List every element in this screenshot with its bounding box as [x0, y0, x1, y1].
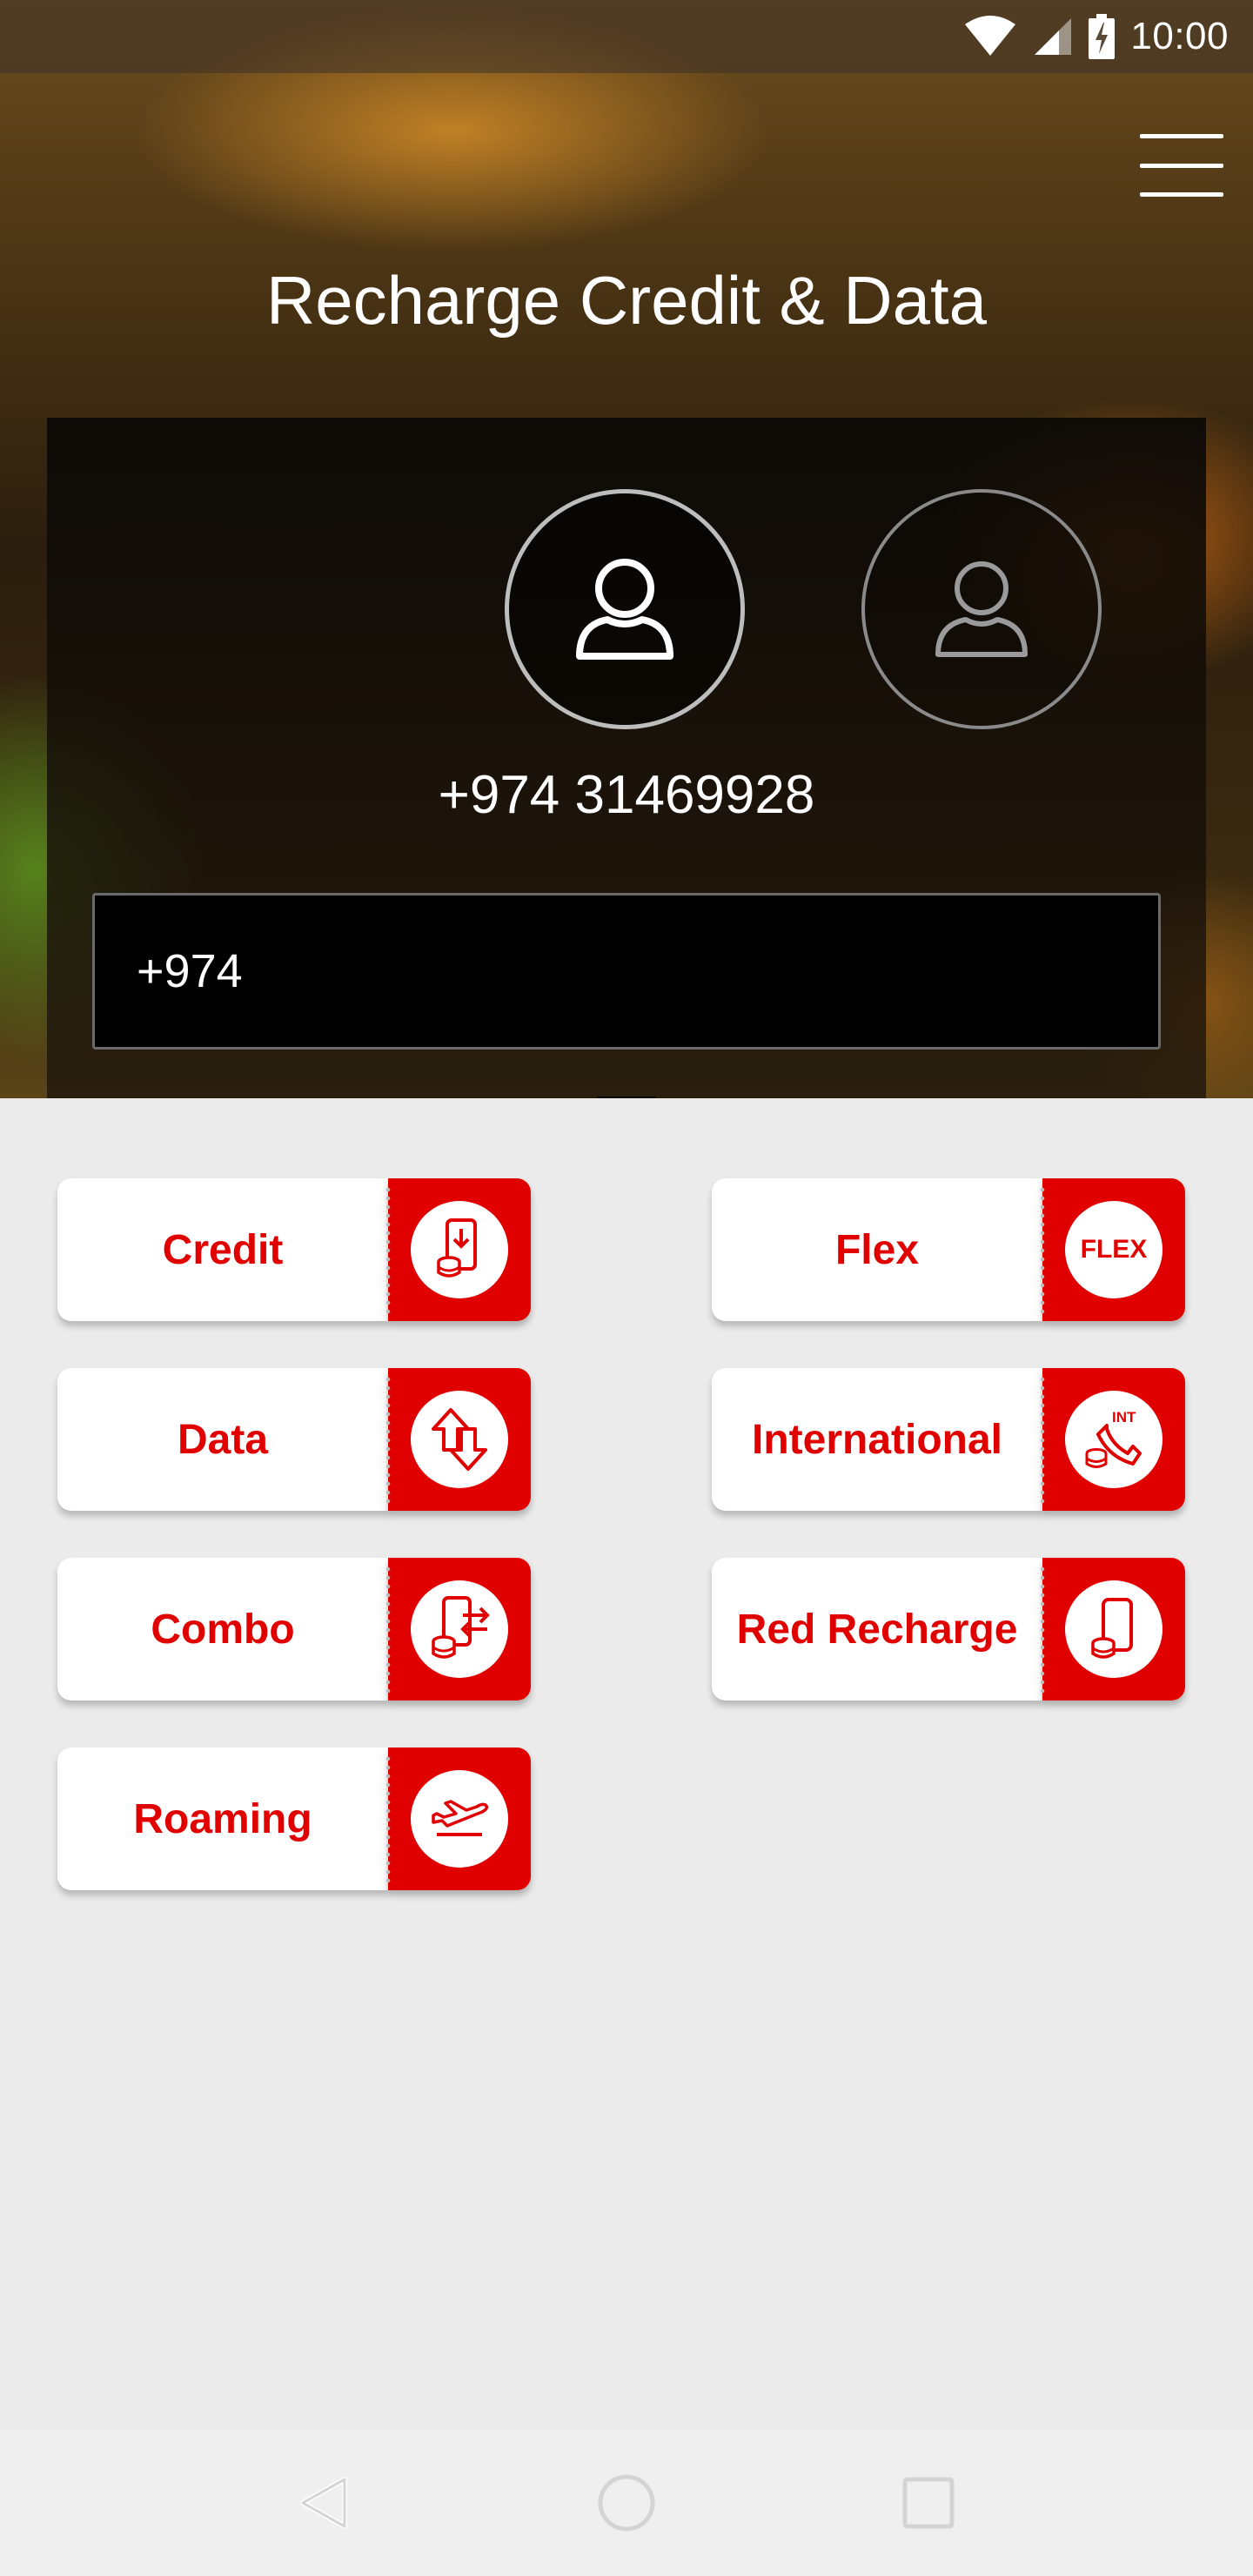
number-panel: +974 31469928: [47, 418, 1206, 1098]
user-outline-icon: [935, 561, 1028, 657]
menu-icon[interactable]: [1136, 129, 1227, 202]
data-transfer-arrows-icon: [411, 1391, 508, 1488]
phone-number-input[interactable]: [92, 893, 1161, 1050]
battery-icon: [1089, 14, 1116, 59]
page-title: Recharge Credit & Data: [265, 262, 988, 339]
option-flex[interactable]: Flex FLEX: [712, 1178, 1185, 1321]
option-icon-tile: [1040, 1558, 1185, 1701]
airplane-takeoff-icon: [411, 1770, 508, 1868]
option-international[interactable]: International INT: [712, 1368, 1185, 1511]
option-label: Data: [57, 1368, 388, 1511]
option-combo[interactable]: Combo: [57, 1558, 531, 1701]
option-icon-tile: [385, 1178, 531, 1321]
option-label: Credit: [57, 1178, 388, 1321]
my-number-avatar[interactable]: [505, 489, 745, 729]
status-bar: 10:00: [0, 0, 1253, 73]
international-call-icon: INT: [1065, 1391, 1163, 1488]
option-label: International: [712, 1368, 1042, 1511]
option-roaming[interactable]: Roaming: [57, 1748, 531, 1890]
option-icon-tile: [385, 1368, 531, 1511]
flex-icon-text: FLEX: [1080, 1235, 1148, 1264]
option-icon-tile: INT: [1040, 1368, 1185, 1511]
system-nav-bar: [0, 2430, 1253, 2576]
option-icon-tile: [385, 1558, 531, 1701]
option-data[interactable]: Data: [57, 1368, 531, 1511]
recharge-options-grid: Credit Flex FLEX Data International INT …: [0, 1098, 1253, 2430]
status-time: 10:00: [1130, 15, 1229, 57]
option-red-recharge[interactable]: Red Recharge: [712, 1558, 1185, 1701]
option-icon-tile: FLEX: [1040, 1178, 1185, 1321]
signal-icon: [1033, 17, 1073, 57]
home-icon[interactable]: [574, 2451, 679, 2555]
red-recharge-phone-icon: [1065, 1580, 1163, 1678]
option-icon-tile: [385, 1748, 531, 1890]
flex-badge-icon: FLEX: [1065, 1201, 1163, 1298]
option-label: Roaming: [57, 1748, 388, 1890]
combo-phone-coins-icon: [411, 1580, 508, 1678]
selected-phone-number: +974 31469928: [438, 765, 815, 825]
user-icon: [576, 559, 673, 660]
option-label: Combo: [57, 1558, 388, 1701]
wifi-icon: [963, 16, 1017, 57]
intl-icon-text: INT: [1112, 1409, 1136, 1426]
option-label: Flex: [712, 1178, 1042, 1321]
option-credit[interactable]: Credit: [57, 1178, 531, 1321]
phone-coins-download-icon: [411, 1201, 508, 1298]
recents-icon[interactable]: [876, 2451, 981, 2555]
back-icon[interactable]: [272, 2451, 377, 2555]
other-number-avatar[interactable]: [861, 489, 1102, 729]
option-label: Red Recharge: [712, 1558, 1042, 1701]
